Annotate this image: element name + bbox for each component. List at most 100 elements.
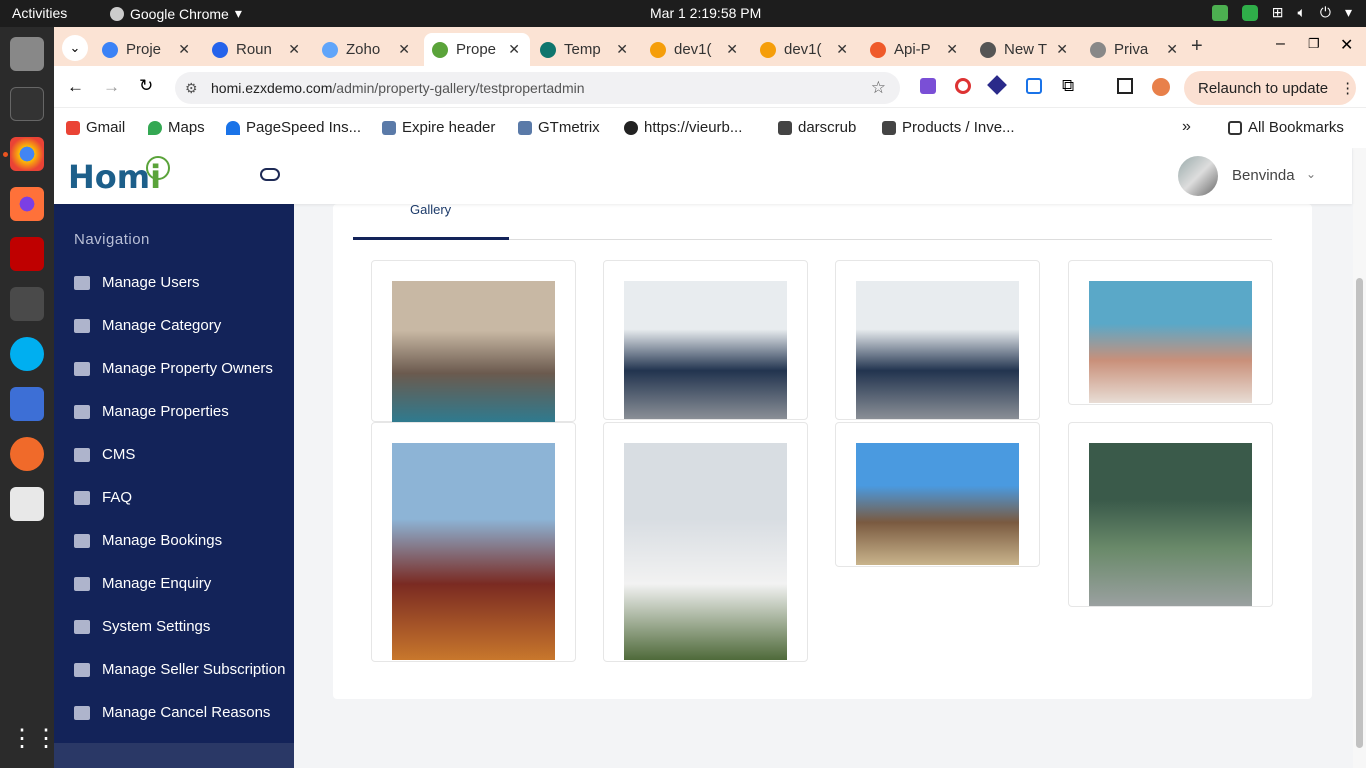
gallery-card[interactable]	[603, 422, 808, 662]
gallery-image-red-barn-house[interactable]	[392, 443, 555, 660]
gallery-card[interactable]	[1068, 422, 1273, 607]
filezilla-icon[interactable]	[10, 237, 44, 271]
sidebar-item[interactable]: Manage Category	[74, 317, 221, 334]
gallery-image-dining-room-2[interactable]	[856, 281, 1019, 419]
sublime-icon[interactable]	[10, 287, 44, 321]
new-tab-button[interactable]: +	[1191, 35, 1203, 58]
extensions-puzzle-icon[interactable]: ⧉	[1062, 76, 1074, 96]
avatar[interactable]	[1178, 156, 1218, 196]
chrome-icon[interactable]	[10, 137, 44, 171]
gallery-image-living-room[interactable]	[392, 281, 555, 423]
sidebar-item[interactable]: FAQ	[74, 489, 132, 506]
clock[interactable]: Mar 1 2:19:58 PM	[650, 5, 761, 21]
volume-icon[interactable]: 🔈︎	[1297, 4, 1305, 21]
side-panel-icon[interactable]	[1117, 78, 1133, 94]
close-tab-icon[interactable]: ✕	[616, 41, 628, 58]
gallery-card[interactable]	[603, 260, 808, 420]
gallery-card[interactable]	[371, 422, 576, 662]
sidebar-item[interactable]: Manage Users	[74, 274, 200, 291]
show-apps-icon[interactable]: ⋮⋮⋮	[10, 722, 82, 756]
browser-tab[interactable]: Roun ✕	[204, 33, 310, 66]
relaunch-button[interactable]: Relaunch to update ⋮	[1184, 71, 1356, 105]
tab-search-icon[interactable]: ⌄	[62, 35, 88, 61]
system-tray[interactable]: ⊞ 🔈︎ ⏻ ▾	[1211, 4, 1352, 21]
document-viewer-icon[interactable]	[10, 487, 44, 521]
site-info-icon[interactable]: ⚙	[185, 80, 198, 97]
chevron-down-icon[interactable]: ⌄	[1306, 167, 1316, 181]
forward-icon[interactable]: →	[103, 77, 120, 97]
browser-tab[interactable]: Temp ✕	[532, 33, 638, 66]
shield-check-icon[interactable]	[1241, 4, 1258, 21]
extension-circle-icon[interactable]	[955, 78, 971, 94]
close-tab-icon[interactable]: ✕	[1166, 41, 1178, 58]
gallery-card[interactable]	[371, 260, 576, 423]
activities-button[interactable]: Activities	[12, 5, 67, 21]
bookmarks-overflow-icon[interactable]: »	[1182, 118, 1191, 136]
close-tab-icon[interactable]: ✕	[836, 41, 848, 58]
bookmark-products[interactable]: Products / Inve...	[882, 119, 1015, 136]
close-tab-icon[interactable]: ✕	[178, 41, 190, 58]
close-tab-icon[interactable]: ✕	[946, 41, 958, 58]
skype-icon[interactable]	[10, 337, 44, 371]
bookmark-star-icon[interactable]: ☆	[871, 78, 886, 98]
sidebar-item[interactable]: Manage Bookings	[74, 532, 222, 549]
firefox-icon[interactable]	[10, 187, 44, 221]
page-scrollbar[interactable]	[1353, 148, 1366, 768]
sidebar-item[interactable]: System Settings	[74, 618, 210, 635]
browser-tab[interactable]: dev1(✕	[752, 33, 858, 66]
gallery-card[interactable]	[835, 422, 1040, 567]
all-bookmarks-button[interactable]: All Bookmarks	[1228, 119, 1344, 136]
sidebar-item[interactable]: Manage Property Owners	[74, 360, 273, 377]
sidebar-item[interactable]: Manage Seller Subscription	[74, 661, 285, 678]
scrollbar-thumb[interactable]	[1356, 278, 1363, 748]
close-tab-icon[interactable]: ✕	[508, 41, 520, 58]
browser-tab[interactable]: New T ✕	[972, 33, 1078, 66]
bookmark-maps[interactable]: Maps	[148, 119, 205, 136]
pen-app-icon[interactable]	[10, 437, 44, 471]
tab-gallery[interactable]: Gallery	[410, 202, 451, 217]
browser-tab[interactable]: Api-P ✕	[862, 33, 968, 66]
gallery-card[interactable]	[1068, 260, 1273, 405]
files-icon[interactable]	[10, 37, 44, 71]
extension-pen-icon[interactable]	[920, 78, 936, 94]
gallery-image-apartment-building[interactable]	[1089, 281, 1252, 403]
sidebar-item[interactable]: Manage Cancel Reasons	[74, 704, 270, 721]
minimize-icon[interactable]: –	[1276, 35, 1285, 53]
profile-avatar-icon[interactable]	[1152, 78, 1170, 96]
bookmark-expire-header[interactable]: Expire header	[382, 119, 495, 136]
chart-app-icon[interactable]	[1211, 4, 1228, 21]
close-tab-icon[interactable]: ✕	[288, 41, 300, 58]
power-icon[interactable]: ⏻	[1320, 4, 1331, 21]
address-bar[interactable]: ⚙ homi.ezxdemo.com/admin/property-galler…	[175, 72, 900, 104]
user-name[interactable]: Benvinda	[1232, 167, 1295, 184]
bookmark-vieurb[interactable]: https://vieurb...	[624, 119, 742, 136]
close-tab-icon[interactable]: ✕	[1056, 41, 1068, 58]
gallery-card[interactable]	[835, 260, 1040, 420]
bookmark-gtmetrix[interactable]: GTmetrix	[518, 119, 600, 136]
browser-tab[interactable]: Zoho ✕	[314, 33, 420, 66]
back-icon[interactable]: ←	[67, 77, 84, 97]
close-tab-icon[interactable]: ✕	[398, 41, 410, 58]
terminal-icon[interactable]	[10, 87, 44, 121]
bookmark-pagespeed[interactable]: PageSpeed Ins...	[226, 119, 361, 136]
sidebar-toggle-icon[interactable]	[260, 168, 280, 181]
gallery-image-aerial-view[interactable]	[1089, 443, 1252, 606]
close-tab-icon[interactable]: ✕	[726, 41, 738, 58]
bookmark-darscrub[interactable]: darscrub	[778, 119, 856, 136]
gallery-image-white-modern-house[interactable]	[624, 443, 787, 660]
screenshot-icon[interactable]	[10, 387, 44, 421]
browser-tab[interactable]: Prope ✕	[424, 33, 530, 66]
bookmark-gmail[interactable]: Gmail	[66, 119, 125, 136]
app-menu[interactable]: Google Chrome ▾	[110, 5, 242, 22]
browser-tab[interactable]: Proje ✕	[94, 33, 200, 66]
browser-tab[interactable]: dev1(✕	[642, 33, 748, 66]
extension-blue-icon[interactable]	[1026, 78, 1042, 94]
chevron-down-icon[interactable]: ▾	[1345, 4, 1352, 21]
gallery-image-dining-room-1[interactable]	[624, 281, 787, 419]
maximize-icon[interactable]: ❐	[1308, 36, 1320, 52]
reload-icon[interactable]: ↻	[139, 76, 153, 96]
gallery-image-brown-suburban-house[interactable]	[856, 443, 1019, 565]
sidebar-item[interactable]: Manage Properties	[74, 403, 229, 420]
sidebar-item[interactable]: CMS	[74, 446, 135, 463]
more-menu-icon[interactable]: ⋮	[1340, 79, 1355, 97]
